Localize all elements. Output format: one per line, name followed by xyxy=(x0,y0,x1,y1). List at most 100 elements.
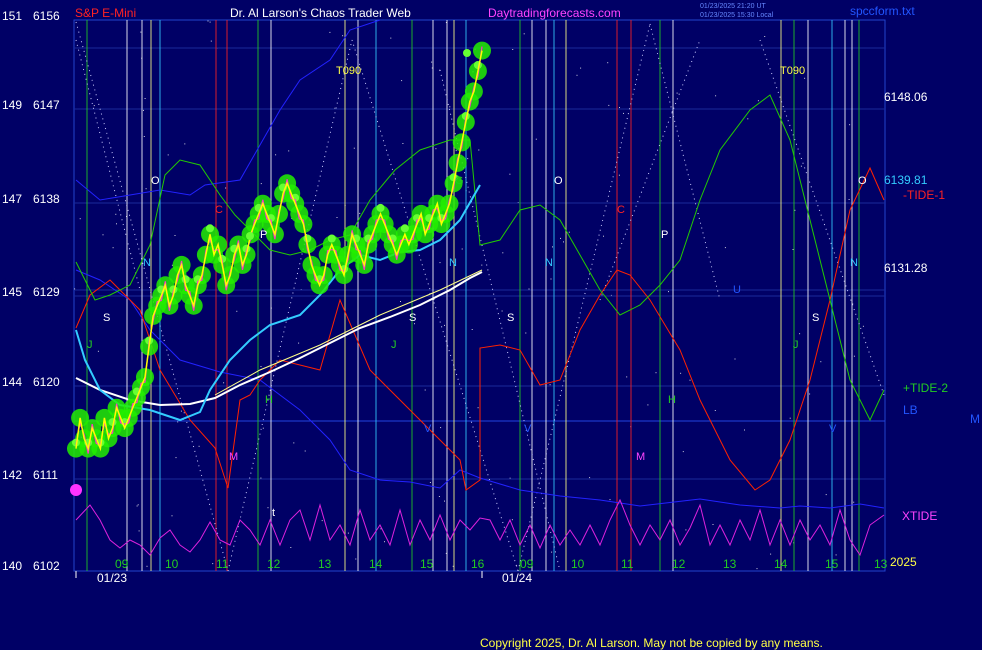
star-dot xyxy=(607,62,609,64)
star-dot xyxy=(509,173,511,175)
star-dot xyxy=(804,77,806,79)
star-dot xyxy=(347,532,349,534)
star-dot xyxy=(714,410,716,411)
site-link[interactable]: Daytradingforecasts.com xyxy=(488,6,621,20)
right-value-label: 6148.06 xyxy=(884,90,928,104)
star-dot xyxy=(512,49,514,50)
star-dot xyxy=(467,158,469,160)
star-dot xyxy=(747,118,749,120)
star-dot xyxy=(647,404,649,406)
x-tick-label: 13 xyxy=(723,557,737,571)
y-price-label: 6129 xyxy=(33,285,60,299)
timestamp-ut: 01/23/2025 21:20 UT xyxy=(700,3,766,10)
star-dot xyxy=(439,262,441,264)
symbol-label: S&P E-Mini xyxy=(75,6,136,20)
star-dot xyxy=(435,148,437,150)
star-dot xyxy=(764,36,766,37)
star-dot xyxy=(478,149,480,151)
star-dot xyxy=(175,457,177,459)
star-dot xyxy=(198,445,200,447)
star-dot xyxy=(560,237,561,239)
star-dot xyxy=(112,247,114,249)
right-value-label: 6139.81 xyxy=(884,173,928,187)
star-dot xyxy=(528,288,530,290)
star-dot xyxy=(402,143,404,144)
star-dot xyxy=(689,379,691,381)
star-dot xyxy=(724,247,726,249)
y-index-label: 145 xyxy=(2,285,22,299)
y-price-label: 6156 xyxy=(33,9,60,23)
star-dot xyxy=(589,477,591,479)
marker-label: N xyxy=(850,257,858,269)
star-dot xyxy=(685,529,687,531)
marker-label: T090 xyxy=(780,65,805,77)
lb-label: LB xyxy=(903,403,918,417)
chart: T090 T090 O O O P P N N N N S S S S J J J H H M M V V V C C Ut G S&P… xyxy=(0,0,982,650)
star-dot xyxy=(236,310,238,312)
star-dot xyxy=(384,541,385,543)
star-dot xyxy=(275,154,277,156)
star-dot xyxy=(79,218,81,220)
y-index-label: 147 xyxy=(2,192,22,206)
star-dot xyxy=(623,112,624,114)
star-dot xyxy=(321,520,323,522)
star-dot xyxy=(835,554,837,556)
star-dot xyxy=(440,427,442,429)
marker-label: M xyxy=(229,451,238,463)
x-tick-label: 12 xyxy=(672,557,686,571)
star-dot xyxy=(174,235,176,236)
star-dot xyxy=(424,389,426,391)
marker-label: N xyxy=(449,257,457,269)
marker-label: P xyxy=(260,229,267,241)
star-dot xyxy=(136,505,138,507)
star-dot xyxy=(603,235,604,237)
marker-label: V xyxy=(829,423,837,435)
marker-label: T090 xyxy=(336,65,361,77)
y-price-label: 6138 xyxy=(33,192,60,206)
marker-label: O xyxy=(554,175,563,187)
date-label: 01/24 xyxy=(502,571,532,585)
star-dot xyxy=(262,427,264,429)
x-tick-label: 12 xyxy=(267,557,281,571)
star-dot xyxy=(97,350,99,352)
price-glow-highlight xyxy=(376,203,385,212)
star-dot xyxy=(655,372,657,374)
star-dot xyxy=(401,80,403,82)
y-index-label: 144 xyxy=(2,375,22,389)
star-dot xyxy=(568,231,570,233)
star-dot xyxy=(145,188,147,190)
marker-label: C xyxy=(617,204,625,216)
star-dot xyxy=(535,138,537,140)
star-dot xyxy=(734,358,736,360)
star-dot xyxy=(800,165,802,167)
price-peak-marker xyxy=(463,49,471,57)
star-dot xyxy=(501,310,503,312)
star-dot xyxy=(225,187,227,189)
y-price-label: 6102 xyxy=(33,559,60,573)
star-dot xyxy=(576,74,578,76)
form-file-label: spccform.txt xyxy=(850,4,915,18)
marker-label: H xyxy=(668,394,676,406)
marker-label: H xyxy=(265,394,273,406)
y-index-label: 140 xyxy=(2,559,22,573)
marker-label: V xyxy=(424,423,432,435)
star-dot xyxy=(177,421,179,423)
xtide-label: XTIDE xyxy=(902,509,937,523)
star-dot xyxy=(137,504,139,506)
star-dot xyxy=(511,519,513,521)
star-dot xyxy=(853,501,855,503)
y-index-label: 151 xyxy=(2,9,22,23)
y-price-label: 6147 xyxy=(33,98,60,112)
star-dot xyxy=(849,124,851,126)
star-dot xyxy=(563,241,564,243)
star-dot xyxy=(449,106,451,108)
tide-minus1-label: -TIDE-1 xyxy=(903,188,945,202)
star-dot xyxy=(455,150,457,152)
star-dot xyxy=(429,482,431,483)
star-dot xyxy=(212,563,214,565)
price-glow-highlight xyxy=(327,234,336,243)
star-dot xyxy=(712,524,714,525)
marker-label: S xyxy=(812,312,819,324)
star-dot xyxy=(792,249,794,250)
marker-label: J xyxy=(793,339,799,351)
